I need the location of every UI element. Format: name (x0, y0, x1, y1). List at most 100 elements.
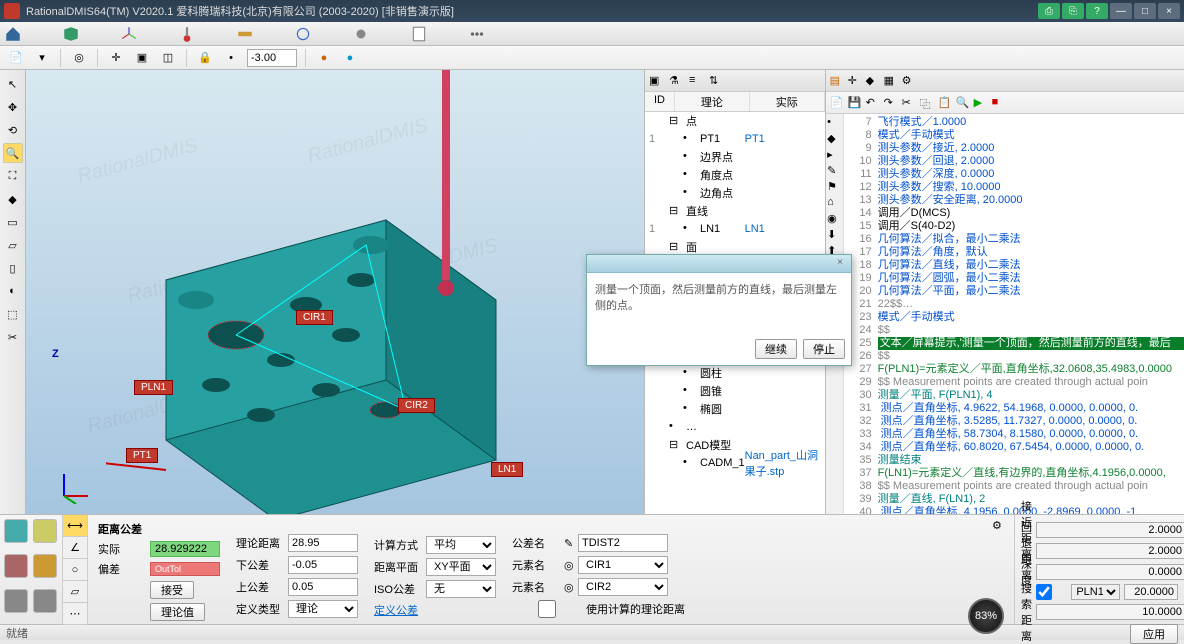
clip-icon[interactable]: ✂ (3, 327, 23, 347)
bp-icon-4[interactable] (33, 554, 57, 578)
titlebar-icon-3[interactable]: ? (1086, 3, 1108, 19)
distplane-select[interactable]: XY平面 (426, 558, 496, 576)
code-tab3-icon[interactable]: ◆ (866, 74, 880, 88)
code-line[interactable]: 13测头参数／安全距离, 20.0000 (846, 194, 1184, 207)
toolbar-home-icon[interactable] (4, 25, 22, 43)
wire-icon[interactable]: ⬚ (3, 304, 23, 324)
code-paste-icon[interactable]: 📋 (938, 96, 952, 110)
code-undo-icon[interactable]: ↶ (866, 96, 880, 110)
code-line[interactable]: 37F(LN1)=元素定义／直线,有边界的,直角坐标,4.1956,0.0000… (846, 467, 1184, 480)
gutter-icon-7[interactable]: ◉ (827, 212, 841, 226)
tree-row[interactable]: •边角点 (645, 184, 825, 202)
view-front-icon[interactable]: ▭ (3, 212, 23, 232)
gutter-icon-5[interactable]: ⚑ (827, 180, 841, 194)
bp-icon-6[interactable] (33, 589, 57, 613)
retract-input[interactable] (1036, 543, 1184, 559)
code-line[interactable]: 25文本／屏幕提示,'测量一个顶面，然后测量前方的直线，最后 (846, 337, 1184, 350)
tree-cube-icon[interactable]: ▣ (649, 74, 663, 88)
theory-dist-input[interactable] (288, 534, 358, 552)
use-calc-checkbox[interactable] (512, 600, 582, 618)
view-target-icon[interactable]: ◎ (69, 48, 89, 68)
tree-row[interactable]: 1•PT1PT1 (645, 130, 825, 148)
plane-num-input[interactable] (1124, 584, 1178, 600)
tree-row[interactable]: •椭圆 (645, 400, 825, 418)
apply-button[interactable]: 应用 (1130, 624, 1178, 644)
tree-row[interactable]: •… (645, 418, 825, 436)
code-line[interactable]: 29$$ Measurement points are created thro… (846, 376, 1184, 389)
code-line[interactable]: 7飞行模式／1.0000 (846, 116, 1184, 129)
code-line[interactable]: 33 测点／直角坐标, 58.7304, 8.1580, 0.0000, 0.0… (846, 428, 1184, 441)
toolbar-more-icon[interactable] (468, 25, 486, 43)
lock-icon[interactable]: 🔒 (195, 48, 215, 68)
bp-icon-5[interactable] (4, 589, 28, 613)
tree-row[interactable]: •角度点 (645, 166, 825, 184)
code-line[interactable]: 17几何算法／角度，默认 (846, 246, 1184, 259)
dropdown-icon[interactable]: ▾ (32, 48, 52, 68)
toolbar-axes-icon[interactable] (120, 25, 138, 43)
search-input[interactable] (1036, 604, 1184, 620)
bp-icon-3[interactable] (4, 554, 28, 578)
maximize-button[interactable]: □ (1134, 3, 1156, 19)
upper-input[interactable] (288, 578, 358, 596)
toolbar-probe-icon[interactable] (178, 25, 196, 43)
deftype-select[interactable]: 理论 (288, 600, 358, 618)
minimize-button[interactable]: — (1110, 3, 1132, 19)
code-stop-icon[interactable]: ■ (992, 96, 1006, 110)
rotate-icon[interactable]: ⟲ (3, 120, 23, 140)
toolbar-cube-icon[interactable] (62, 25, 80, 43)
tree-row[interactable]: •圆锥 (645, 382, 825, 400)
reset-button[interactable]: 理论值 (150, 603, 205, 621)
code-tab5-icon[interactable]: ⚙ (902, 74, 916, 88)
code-line[interactable]: 40 测点／直角坐标, 4.1956, 0.0000, -2.8969, 0.0… (846, 506, 1184, 514)
tree-row[interactable]: •圆柱 (645, 364, 825, 382)
fit-icon[interactable]: ⛶ (3, 166, 23, 186)
code-line[interactable]: 20几何算法／平面，最小二乘法 (846, 285, 1184, 298)
code-line[interactable]: 26$$ (846, 350, 1184, 363)
code-line[interactable]: 11测头参数／深度, 0.0000 (846, 168, 1184, 181)
elem1-select[interactable]: CIR1 (578, 556, 668, 574)
tree-row[interactable]: ⊟直线 (645, 202, 825, 220)
code-line[interactable]: 24$$ (846, 324, 1184, 337)
dialog-close-icon[interactable]: × (833, 257, 847, 271)
tree-row[interactable]: •CADM_1Nan_part_山洞果子.stp (645, 454, 825, 472)
color2-icon[interactable]: ● (340, 48, 360, 68)
dialog-continue-button[interactable]: 继续 (755, 339, 797, 359)
code-line[interactable]: 9测头参数／接近, 2.0000 (846, 142, 1184, 155)
depth-input[interactable] (1036, 564, 1184, 580)
code-save-icon[interactable]: 💾 (848, 96, 862, 110)
cube-small-icon[interactable]: ▣ (132, 48, 152, 68)
code-line[interactable]: 38$$ Measurement points are created thro… (846, 480, 1184, 493)
code-line[interactable]: 32 测点／直角坐标, 3.5285, 11.7327, 0.0000, 0.0… (846, 415, 1184, 428)
titlebar-icon-1[interactable]: ⎙ (1038, 3, 1060, 19)
bp-icon-1[interactable] (4, 519, 28, 543)
view-side-icon[interactable]: ▯ (3, 258, 23, 278)
close-button[interactable]: × (1158, 3, 1180, 19)
dialog-stop-button[interactable]: 停止 (803, 339, 845, 359)
gutter-icon-8[interactable]: ⬇ (827, 228, 841, 242)
iso-select[interactable]: 无 (426, 580, 496, 598)
toolbar-measure-icon[interactable] (236, 25, 254, 43)
bp-tab-circle-icon[interactable]: ○ (63, 559, 87, 581)
code-tab1-icon[interactable]: ▤ (830, 74, 844, 88)
gutter-icon-4[interactable]: ✎ (827, 164, 841, 178)
code-line[interactable]: 35测量结束 (846, 454, 1184, 467)
code-run-icon[interactable]: ▶ (974, 96, 988, 110)
code-editor[interactable]: 7飞行模式／1.00008模式／手动模式9测头参数／接近, 2.000010测头… (844, 114, 1184, 514)
toolbar-report-icon[interactable] (410, 25, 428, 43)
code-line[interactable]: 14调用／D(MCS) (846, 207, 1184, 220)
define-tol-link[interactable]: 定义公差 (374, 602, 418, 618)
bp-gear-icon[interactable]: ⚙ (992, 519, 1006, 533)
code-line[interactable]: 31 测点／直角坐标, 4.9622, 54.1968, 0.0000, 0.0… (846, 402, 1184, 415)
plane-small-icon[interactable]: ◫ (158, 48, 178, 68)
code-tab2-icon[interactable]: ✛ (848, 74, 862, 88)
shade-icon[interactable]: ◐ (3, 281, 23, 301)
tree-row[interactable]: 1•LN1LN1 (645, 220, 825, 238)
code-line[interactable]: 30测量／平面, F(PLN1), 4 (846, 389, 1184, 402)
code-line[interactable]: 15调用／S(40-D2) (846, 220, 1184, 233)
view-top-icon[interactable]: ▱ (3, 235, 23, 255)
toolbar-geom-icon[interactable] (294, 25, 312, 43)
code-line[interactable]: 23模式／手动模式 (846, 311, 1184, 324)
code-line[interactable]: 19几何算法／圆弧，最小二乘法 (846, 272, 1184, 285)
bp-tab-more-icon[interactable]: ⋯ (63, 603, 87, 625)
titlebar-icon-2[interactable]: ⎘ (1062, 3, 1084, 19)
